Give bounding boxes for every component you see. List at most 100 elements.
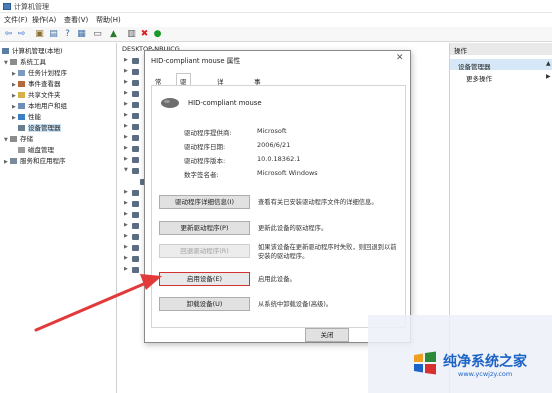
driver-details-button[interactable]: 驱动程序详细信息(I) (159, 195, 250, 209)
chevron-right-icon[interactable]: ▶ (124, 57, 128, 63)
windows-logo-icon (414, 351, 436, 375)
device-category-row[interactable]: ▶ (124, 189, 144, 197)
tree-device-manager[interactable]: 设备管理器 (18, 122, 61, 132)
chevron-right-icon[interactable]: ▶ (124, 156, 128, 162)
tab-events[interactable]: 事件 (250, 73, 265, 96)
shared-folder-icon (18, 92, 25, 98)
device-category-row[interactable]: ▶ (124, 211, 144, 219)
device-icon (132, 135, 139, 141)
device-category-row[interactable]: ▶ (124, 222, 144, 230)
chevron-down-icon[interactable]: ▼ (124, 167, 128, 173)
device-category-row[interactable]: ▶ (124, 134, 144, 142)
tree-storage[interactable]: ▼ 存储 (4, 133, 33, 143)
device-icon (132, 190, 139, 196)
more-actions-link[interactable]: 更多操作 (466, 73, 492, 83)
monitor-icon[interactable]: ▭ (92, 29, 103, 40)
console-tree: 计算机管理(本地) ▼ 系统工具 ▶ 任务计划程序 ▶ 事件查看器 ▶ 共享文件夹 ▶ 本… (0, 43, 117, 393)
tree-disk-management[interactable]: 磁盘管理 (18, 144, 54, 154)
folder-icon[interactable]: ▣ (34, 29, 45, 40)
chevron-right-icon[interactable]: ▶ (124, 244, 128, 250)
chevron-right-icon[interactable]: ▶ (124, 211, 128, 217)
device-category-row[interactable]: ▶ (124, 200, 144, 208)
tree-local-users[interactable]: ▶ 本地用户和组 (12, 100, 67, 110)
scan-icon[interactable]: ▥ (126, 29, 137, 40)
watermark-url: www.ycwjzy.com (458, 370, 513, 378)
actions-header: 操作 (450, 43, 552, 55)
tree-services-apps[interactable]: ▶ 服务和应用程序 (4, 155, 66, 165)
tree-system-tools[interactable]: ▼ 系统工具 (4, 56, 46, 66)
device-icon (132, 223, 139, 229)
device-category-row[interactable]: ▶ (124, 90, 144, 98)
enable-device-button[interactable]: 启用设备(E) (159, 272, 250, 286)
roll-back-driver-button[interactable]: 回退驱动程序(R) (159, 244, 250, 258)
event-icon (18, 81, 25, 87)
close-icon[interactable]: ✕ (396, 53, 404, 63)
mouse-icon (161, 98, 179, 108)
chevron-right-icon[interactable]: ▶ (124, 123, 128, 129)
chevron-right-icon[interactable]: ▶ (124, 112, 128, 118)
chevron-right-icon[interactable]: ▶ (124, 200, 128, 206)
device-category-row[interactable]: ▶ (124, 255, 144, 263)
window-title: 计算机管理 (14, 3, 49, 11)
device-category-row[interactable]: ▶ (124, 57, 144, 65)
uninstall-icon[interactable]: ✖ (139, 29, 150, 40)
device-category-row[interactable]: ▶ (124, 156, 144, 164)
chevron-right-icon[interactable]: ▶ (124, 79, 128, 85)
actions-device-manager[interactable]: 设备管理器 (450, 59, 552, 71)
device-category-row[interactable]: ▼ (124, 167, 144, 175)
chevron-right-icon[interactable]: ▶ (124, 68, 128, 74)
tab-driver[interactable]: 驱动程序 (176, 73, 191, 116)
device-category-row[interactable]: ▶ (124, 68, 144, 76)
chevron-right-icon[interactable]: ▶ (124, 101, 128, 107)
device-category-row[interactable]: ▶ (124, 101, 144, 109)
enable-device-desc: 启用此设备。 (258, 276, 296, 283)
tab-details[interactable]: 详细信息 (213, 73, 228, 116)
chevron-right-icon[interactable]: ▶ (124, 90, 128, 96)
watermark-name: 纯净系统之家 (443, 354, 527, 370)
help-icon[interactable]: ? (62, 29, 73, 40)
device-category-row[interactable]: ▶ (124, 244, 144, 252)
tree-event-viewer[interactable]: ▶ 事件查看器 (12, 78, 61, 88)
menu-file[interactable]: 文件(F) (4, 15, 28, 25)
list-icon[interactable]: ▤ (48, 29, 59, 40)
chevron-right-icon[interactable]: ▶ (546, 73, 551, 80)
device-category-row[interactable]: ▶ (124, 123, 144, 131)
chevron-right-icon[interactable]: ▶ (124, 134, 128, 140)
enable-device-icon[interactable]: ● (152, 29, 163, 40)
properties-icon[interactable]: ▦ (76, 29, 87, 40)
device-icon (132, 91, 139, 97)
device-icon (132, 58, 139, 64)
chevron-right-icon[interactable]: ▶ (124, 266, 128, 272)
menu-view[interactable]: 查看(V) (64, 15, 88, 25)
device-icon (132, 267, 139, 273)
tree-task-scheduler[interactable]: ▶ 任务计划程序 (12, 67, 67, 77)
tree-performance[interactable]: ▶ 性能 (12, 111, 41, 121)
tree-root[interactable]: 计算机管理(本地) (2, 45, 63, 55)
device-icon (132, 234, 139, 240)
device-icon (132, 146, 139, 152)
tab-general[interactable]: 常规 (151, 73, 166, 96)
prop-date-value: 2006/6/21 (257, 141, 291, 149)
forward-icon[interactable]: ⇨ (16, 29, 27, 40)
device-category-row[interactable]: ▶ (124, 145, 144, 153)
device-icon (132, 157, 139, 163)
device-category-row[interactable]: ▶ (124, 112, 144, 120)
chevron-right-icon[interactable]: ▶ (124, 255, 128, 261)
tree-shared-folders[interactable]: ▶ 共享文件夹 (12, 89, 61, 99)
device-category-row[interactable]: ▶ (124, 233, 144, 241)
chevron-right-icon[interactable]: ▶ (124, 189, 128, 195)
chevron-right-icon[interactable]: ▶ (124, 233, 128, 239)
menu-help[interactable]: 帮助(H) (96, 15, 121, 25)
device-category-row[interactable]: ▶ (124, 266, 144, 274)
window-titlebar: 计算机管理 (0, 0, 552, 13)
menu-action[interactable]: 操作(A) (32, 15, 56, 25)
back-icon[interactable]: ⇦ (3, 29, 14, 40)
update-driver-icon[interactable]: ▲ (108, 29, 119, 40)
device-category-row[interactable]: ▶ (124, 79, 144, 87)
chevron-right-icon[interactable]: ▶ (124, 222, 128, 228)
uninstall-device-button[interactable]: 卸载设备(U) (159, 297, 250, 311)
collapse-icon[interactable]: ▲ (546, 60, 551, 67)
close-button[interactable]: 关闭 (305, 328, 349, 342)
chevron-right-icon[interactable]: ▶ (124, 145, 128, 151)
update-driver-button[interactable]: 更新驱动程序(P) (159, 221, 250, 235)
